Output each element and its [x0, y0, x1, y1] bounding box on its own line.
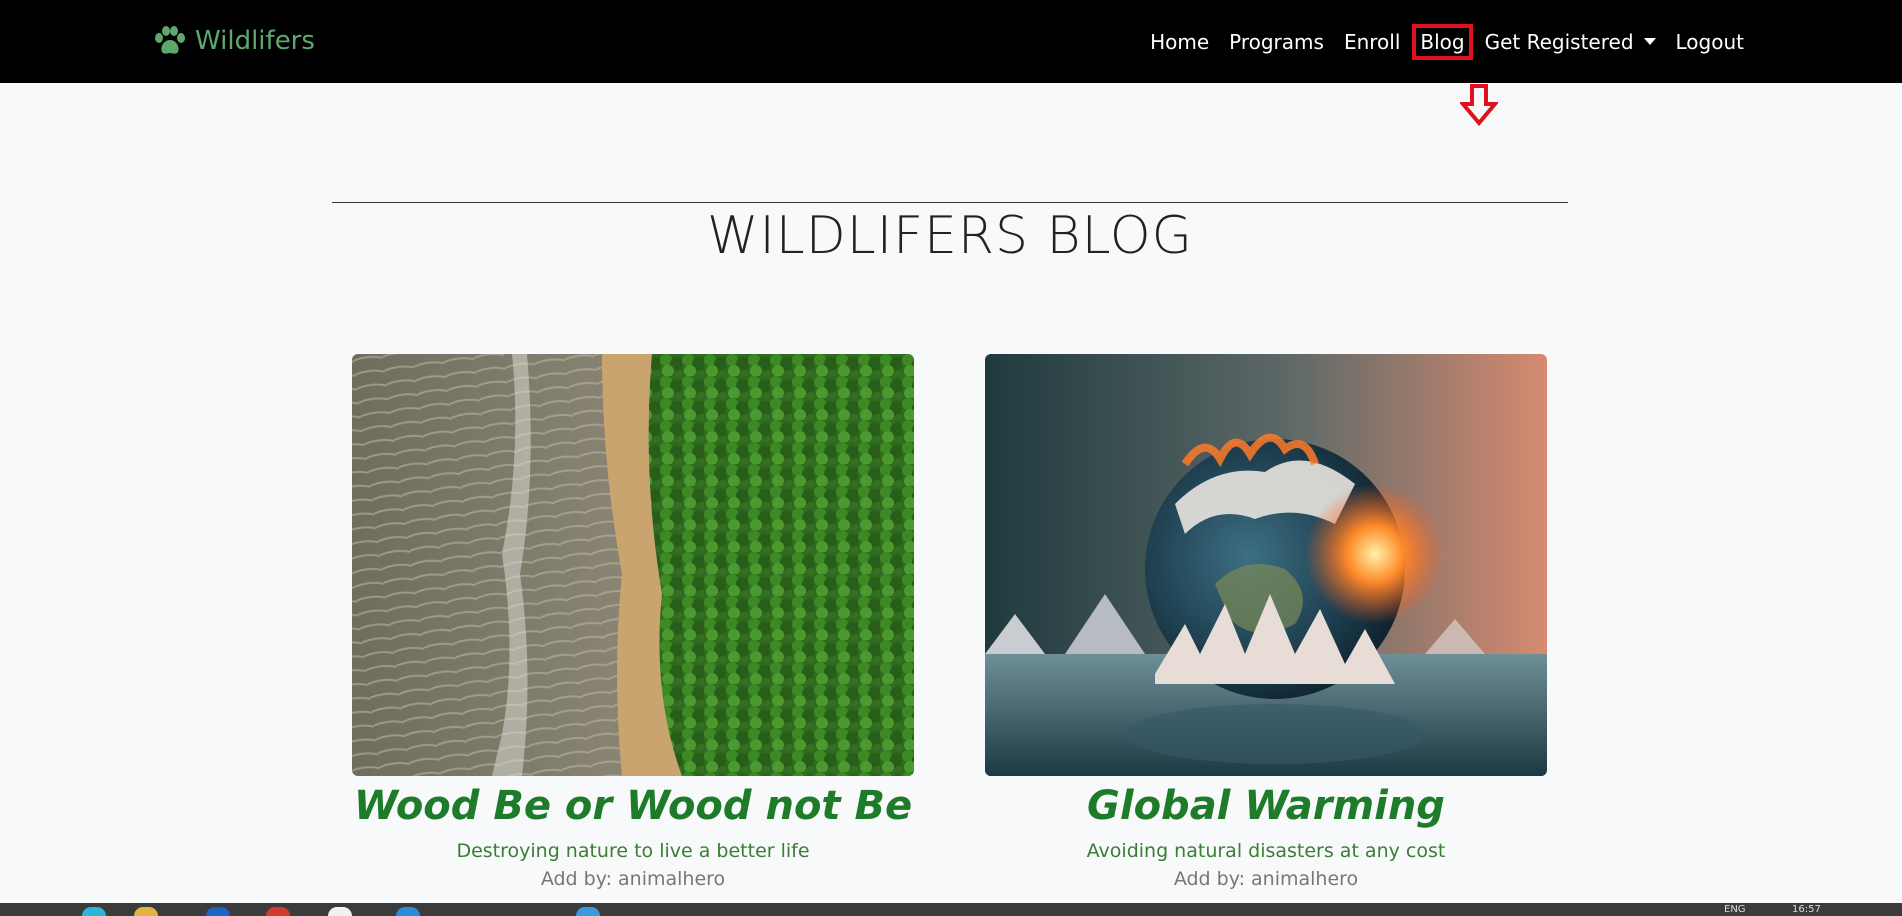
post-title[interactable]: Global Warming — [985, 780, 1547, 832]
post-subtitle: Avoiding natural disasters at any cost — [1086, 840, 1446, 862]
brand-name: Wildlifers — [195, 26, 315, 56]
nav-get-registered-label: Get Registered — [1484, 29, 1634, 54]
deforestation-aerial-image[interactable] — [352, 354, 914, 776]
os-taskbar: ENG 16:57 — [0, 903, 1902, 916]
nav-logout[interactable]: Logout — [1666, 26, 1754, 58]
post-title[interactable]: Wood Be or Wood not Be — [352, 780, 914, 832]
brand-link[interactable]: Wildlifers — [153, 24, 315, 58]
clock[interactable]: 16:57 — [1792, 904, 1821, 915]
chrome-icon[interactable] — [328, 907, 352, 916]
blog-post-card[interactable]: Wood Be or Wood not Be Destroying nature… — [352, 354, 914, 890]
language-indicator[interactable]: ENG — [1724, 904, 1746, 915]
heading-divider — [332, 202, 1568, 203]
nav-programs[interactable]: Programs — [1219, 26, 1334, 58]
navbar: Wildlifers Home Programs Enroll Blog Get… — [0, 0, 1902, 83]
nav-blog[interactable]: Blog — [1412, 23, 1473, 60]
nav-get-registered-dropdown[interactable]: Get Registered — [1475, 26, 1666, 58]
post-subtitle: Destroying nature to live a better life — [456, 840, 810, 862]
nav-menu: Home Programs Enroll Blog Get Registered… — [1140, 0, 1754, 83]
blog-post-card[interactable]: Global Warming Avoiding natural disaster… — [985, 354, 1547, 890]
app-icon[interactable] — [82, 907, 106, 916]
app-icon[interactable] — [206, 907, 230, 916]
post-author: Add by: animalhero — [540, 868, 726, 890]
page-title: WILDLIFERS BLOG — [707, 206, 1193, 266]
paw-icon — [155, 26, 185, 54]
caret-down-icon — [1643, 38, 1656, 45]
folder-icon[interactable] — [134, 907, 158, 916]
melting-earth-image[interactable] — [985, 354, 1547, 776]
app-icon[interactable] — [576, 907, 600, 916]
app-icon[interactable] — [266, 907, 290, 916]
post-author: Add by: animalhero — [1173, 868, 1359, 890]
app-icon[interactable] — [396, 907, 420, 916]
nav-enroll[interactable]: Enroll — [1334, 26, 1410, 58]
down-arrow-icon — [1460, 84, 1498, 126]
nav-home[interactable]: Home — [1140, 26, 1219, 58]
